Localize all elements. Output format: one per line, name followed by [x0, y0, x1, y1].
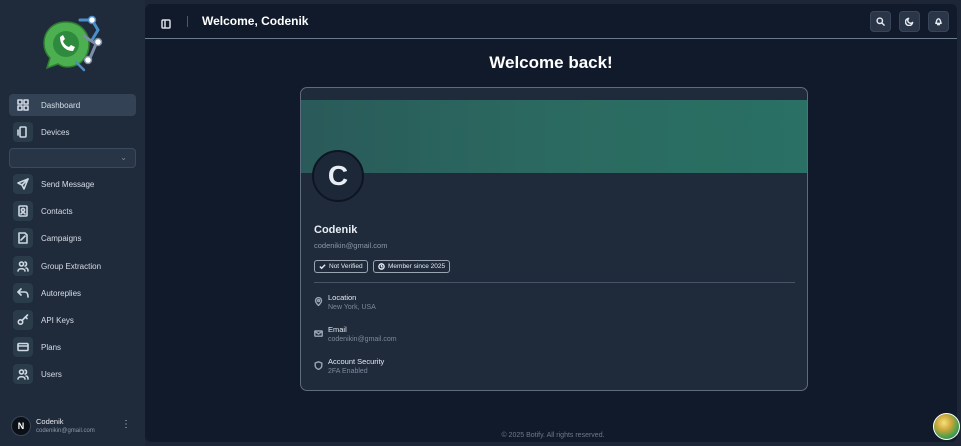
- profile-email: codenikin@gmail.com: [314, 241, 388, 250]
- sidebar-item-campaigns[interactable]: Campaigns: [9, 227, 136, 249]
- info-security: Account Security 2FA Enabled: [314, 357, 614, 381]
- more-vertical-icon[interactable]: ⋮: [121, 419, 131, 430]
- header: Welcome, Codenik: [145, 4, 957, 39]
- header-divider: [187, 16, 188, 27]
- sidebar-item-label: Autoreplies: [41, 288, 82, 298]
- sidebar-item-plans[interactable]: Plans: [9, 336, 136, 358]
- info-location: Location New York, USA: [314, 293, 614, 317]
- sidebar-item-users[interactable]: Users: [9, 363, 136, 385]
- sidebar-toggle-icon[interactable]: [161, 16, 171, 29]
- avatar: N: [11, 416, 31, 436]
- sidebar-item-label: Campaigns: [41, 233, 82, 243]
- profile-name: Codenik: [314, 224, 358, 236]
- sidebar-item-label: Group Extraction: [41, 261, 102, 271]
- sidebar-item-label: Devices: [41, 127, 70, 137]
- page-title: Welcome, Codenik: [202, 14, 309, 28]
- sidebar-item-group-extraction[interactable]: Group Extraction: [9, 255, 136, 277]
- send-icon: [13, 174, 33, 194]
- mail-icon: [314, 325, 323, 337]
- grid-icon: [13, 95, 33, 115]
- member-since-badge: Member since 2025: [373, 260, 451, 273]
- info-value: codenikin@gmail.com: [328, 336, 397, 343]
- sidebar-item-label: Dashboard: [41, 100, 81, 110]
- search-button[interactable]: [870, 11, 891, 32]
- profile-avatar: C: [312, 150, 364, 202]
- divider: [314, 282, 795, 283]
- main-content: Welcome, Codenik Welcome back! C Codenik…: [145, 4, 957, 442]
- sidebar-item-autoreplies[interactable]: Autoreplies: [9, 282, 136, 304]
- info-value: 2FA Enabled: [328, 368, 368, 375]
- campaigns-icon: [13, 228, 33, 248]
- card-icon: [13, 337, 33, 357]
- info-label: Location: [328, 293, 357, 302]
- contacts-icon: [13, 201, 33, 221]
- user-name: Codenik: [36, 417, 64, 427]
- check-icon: [319, 264, 326, 270]
- info-email: Email codenikin@gmail.com: [314, 325, 614, 349]
- pin-icon: [314, 293, 323, 307]
- sidebar-item-contacts[interactable]: Contacts: [9, 200, 136, 222]
- device-select[interactable]: ⌄: [9, 148, 136, 168]
- theme-toggle-button[interactable]: [899, 11, 920, 32]
- device-icon: [13, 122, 33, 142]
- sidebar-item-label: Users: [41, 369, 62, 379]
- profile-banner: [301, 100, 807, 173]
- info-value: New York, USA: [328, 304, 376, 311]
- sidebar-item-label: Send Message: [41, 179, 95, 189]
- key-icon: [13, 310, 33, 330]
- moon-icon: [905, 17, 914, 26]
- reply-icon: [13, 283, 33, 303]
- sidebar-item-api-keys[interactable]: API Keys: [9, 309, 136, 331]
- footer-copyright: © 2025 Botify. All rights reserved.: [501, 432, 605, 439]
- profile-card: C Codenik codenikin@gmail.com Not Verifi…: [300, 87, 808, 391]
- shield-icon: [314, 357, 323, 371]
- app-logo[interactable]: [40, 14, 106, 72]
- sidebar-item-dashboard[interactable]: Dashboard: [9, 94, 136, 116]
- chevron-down-icon: ⌄: [120, 153, 127, 162]
- search-icon: [876, 17, 885, 26]
- sidebar-item-send-message[interactable]: Send Message: [9, 173, 136, 195]
- sidebar-item-label: Contacts: [41, 206, 73, 216]
- user-profile-menu[interactable]: N Codenik codenikin@gmail.com ⋮: [11, 415, 137, 437]
- sidebar: Dashboard Devices ⌄ Send Message Contact…: [0, 0, 145, 446]
- group-icon: [13, 256, 33, 276]
- sidebar-item-label: API Keys: [41, 315, 74, 325]
- user-email: codenikin@gmail.com: [36, 427, 95, 434]
- bell-icon: [935, 18, 942, 26]
- notifications-button[interactable]: [928, 11, 949, 32]
- sidebar-item-devices[interactable]: Devices: [9, 121, 136, 143]
- info-label: Email: [328, 325, 347, 334]
- sidebar-item-label: Plans: [41, 342, 62, 352]
- floating-avatar-button[interactable]: [933, 413, 960, 440]
- users-icon: [13, 364, 33, 384]
- verification-badge: Not Verified: [314, 260, 368, 273]
- info-label: Account Security: [328, 357, 385, 366]
- welcome-heading: Welcome back!: [489, 53, 613, 72]
- clock-icon: [378, 263, 385, 270]
